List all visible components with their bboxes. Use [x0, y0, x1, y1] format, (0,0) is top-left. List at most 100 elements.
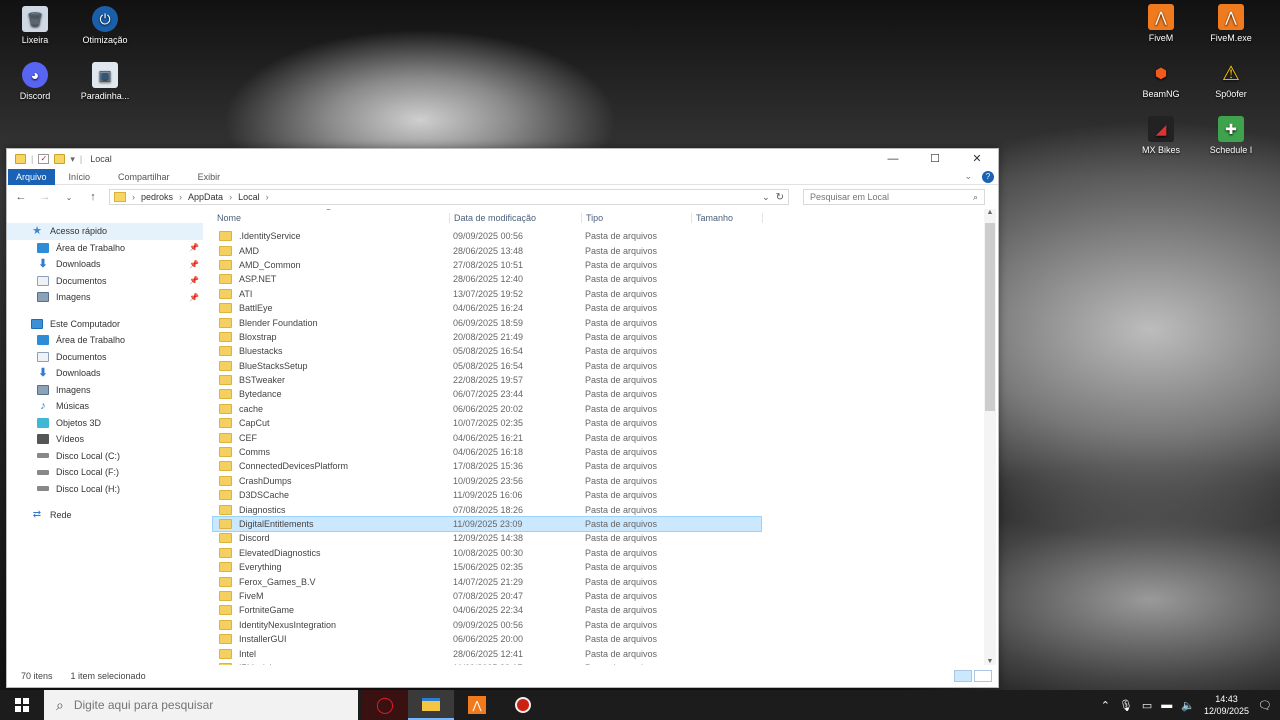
sidebar-item-videos[interactable]: Vídeos	[7, 431, 203, 448]
table-row[interactable]: AMD 28/06/2025 13:48 Pasta de arquivos	[213, 243, 761, 257]
taskbar-app-fivem[interactable]: ⋀	[454, 690, 500, 720]
back-arrow-icon[interactable]: ←	[13, 191, 29, 203]
scroll-up-icon[interactable]: ▲	[984, 209, 996, 216]
table-row[interactable]: CapCut 10/07/2025 02:35 Pasta de arquivos	[213, 416, 761, 430]
tab-inicio[interactable]: Início	[55, 169, 105, 185]
volume-icon[interactable]: 🔈	[1181, 699, 1195, 712]
minimize-button[interactable]: —	[872, 149, 914, 169]
column-header-name[interactable]: Nome	[213, 213, 449, 223]
taskbar-app-opera[interactable]: ◯	[362, 690, 408, 720]
sidebar-item-images[interactable]: Imagens 📌	[7, 289, 203, 306]
column-header-date[interactable]: Data de modificação	[449, 212, 581, 223]
table-row[interactable]: BattlEye 04/06/2025 16:24 Pasta de arquivo…	[213, 301, 761, 315]
table-row[interactable]: ElevatedDiagnostics 10/08/2025 00:30 Pasta…	[213, 546, 761, 560]
table-row[interactable]: IdentityNexusIntegration 09/09/2025 00:56…	[213, 618, 761, 632]
sidebar-item-documents[interactable]: Documentos 📌	[7, 273, 203, 290]
breadcrumb-local[interactable]: Local	[238, 192, 260, 202]
sidebar-item-pc-desktop[interactable]: Área de Trabalho	[7, 332, 203, 349]
table-row[interactable]: Discord 12/09/2025 14:38 Pasta de arquivos	[213, 531, 761, 545]
desktop-icon-schedule[interactable]: ✚ Schedule I	[1196, 116, 1266, 155]
tab-arquivo[interactable]: Arquivo	[8, 168, 55, 185]
help-icon[interactable]: ?	[982, 170, 994, 183]
scroll-down-icon[interactable]: ▼	[984, 658, 996, 665]
table-row[interactable]: DigitalEntitlements 11/09/2025 23:09 Pasta…	[212, 515, 762, 533]
table-row[interactable]: Bloxstrap 20/08/2025 21:49 Pasta de arquiv…	[213, 330, 761, 344]
notifications-icon[interactable]: 🗨	[1258, 699, 1272, 712]
taskbar-search-input[interactable]	[73, 698, 334, 712]
tab-compartilhar[interactable]: Compartilhar	[104, 169, 184, 185]
clock[interactable]: 14:43 12/09/2025	[1204, 693, 1249, 717]
desktop-icon-otimizacao[interactable]: ⏻ Otimização	[70, 6, 140, 45]
sidebar-item-quick-access[interactable]: ★ Acesso rápido	[7, 223, 203, 240]
sidebar-item-network[interactable]: ⇄ Rede	[7, 507, 203, 524]
microphone-icon[interactable]: 🎙	[1119, 699, 1133, 712]
desktop-icon-mxbikes[interactable]: ◢ MX Bikes	[1126, 116, 1196, 155]
search-input[interactable]	[810, 192, 973, 202]
recent-locations-icon[interactable]: ⌄	[61, 193, 77, 202]
sidebar-item-this-pc[interactable]: Este Computador	[7, 316, 203, 333]
desktop-icon-fivem[interactable]: ⋀ FiveM	[1126, 4, 1196, 43]
tab-exibir[interactable]: Exibir	[184, 169, 235, 185]
table-row[interactable]: D3DSCache 11/09/2025 16:06 Pasta de arquiv…	[213, 488, 761, 502]
table-row[interactable]: AMD_Common 27/08/2025 10:51 Pasta de arqui…	[213, 258, 761, 272]
table-row[interactable]: CEF 04/06/2025 16:21 Pasta de arquivos	[213, 430, 761, 444]
start-button[interactable]	[0, 690, 44, 720]
search-box[interactable]: ⌕	[803, 189, 985, 205]
network-icon[interactable]: ▭	[1142, 699, 1152, 712]
address-bar[interactable]: › pedroks › AppData › Local › ⌄ ↻	[109, 189, 789, 205]
taskbar-app-file-explorer[interactable]	[408, 690, 454, 720]
table-row[interactable]: FiveM 07/08/2025 20:47 Pasta de arquivos	[213, 589, 761, 603]
maximize-button[interactable]: ☐	[914, 149, 956, 169]
scrollbar-thumb[interactable]	[985, 223, 995, 411]
sidebar-item-desktop[interactable]: Área de Trabalho 📌	[7, 240, 203, 257]
sidebar-item-pc-images[interactable]: Imagens	[7, 382, 203, 399]
table-row[interactable]: CrashDumps 10/09/2025 23:56 Pasta de arqui…	[213, 474, 761, 488]
desktop-icon-discord[interactable]: ◕ Discord	[0, 62, 70, 101]
battery-icon[interactable]: ▬	[1161, 699, 1172, 711]
column-header-size[interactable]: Tamanho	[691, 212, 763, 223]
details-view-icon[interactable]	[954, 670, 972, 682]
column-header-type[interactable]: Tipo	[581, 212, 691, 223]
new-folder-icon[interactable]	[54, 154, 66, 164]
chevron-down-icon[interactable]: ⌄	[762, 192, 770, 203]
sidebar-item-pc-downloads[interactable]: ⬇ Downloads	[7, 365, 203, 382]
sidebar-item-pc-documents[interactable]: Documentos	[7, 349, 203, 366]
ribbon-expand-icon[interactable]: ⌄	[964, 171, 972, 182]
table-row[interactable]: BlueStacksSetup 05/08/2025 16:54 Pasta de …	[213, 359, 761, 373]
table-row[interactable]: Bluestacks 05/08/2025 16:54 Pasta de arqui…	[213, 344, 761, 358]
taskbar-search-box[interactable]: ⌕	[44, 690, 358, 720]
desktop-icon-paradinha[interactable]: ▣ Paradinha...	[70, 62, 140, 101]
table-row[interactable]: ConnectedDevicesPlatform 17/08/2025 15:36…	[213, 459, 761, 473]
large-icons-view-icon[interactable]	[974, 670, 992, 682]
table-row[interactable]: Bytedance 06/07/2025 23:44 Pasta de arquiv…	[213, 387, 761, 401]
sidebar-item-disk-f[interactable]: Disco Local (F:)	[7, 464, 203, 481]
desktop-icon-fivem-exe[interactable]: ⋀ FiveM.exe	[1196, 4, 1266, 43]
table-row[interactable]: ASP.NET 28/06/2025 12:40 Pasta de arquivos	[213, 272, 761, 286]
desktop-icon-beamng[interactable]: ⬢ BeamNG	[1126, 60, 1196, 100]
breadcrumb-pedroks[interactable]: pedroks	[141, 192, 173, 202]
table-row[interactable]: ATI 13/07/2025 19:52 Pasta de arquivos	[213, 287, 761, 301]
sidebar-item-3d-objects[interactable]: Objetos 3D	[7, 415, 203, 432]
sidebar-item-music[interactable]: ♪ Músicas	[7, 398, 203, 415]
sidebar-item-disk-c[interactable]: Disco Local (C:)	[7, 448, 203, 465]
table-row[interactable]: Intel 28/06/2025 12:41 Pasta de arquivos	[213, 646, 761, 660]
table-row[interactable]: Everything 15/06/2025 02:35 Pasta de arqui…	[213, 560, 761, 574]
close-button[interactable]: ✕	[956, 149, 998, 169]
vertical-scrollbar[interactable]: ▲ ▼	[984, 209, 996, 665]
table-row[interactable]: Comms 04/06/2025 16:18 Pasta de arquivos	[213, 445, 761, 459]
desktop-icon-lixeira[interactable]: 🗑 Lixeira	[0, 6, 70, 45]
forward-arrow-icon[interactable]: →	[37, 191, 53, 203]
chevron-up-icon[interactable]: ⌃	[1101, 699, 1110, 712]
table-row[interactable]: Ferox_Games_B.V 14/07/2025 21:29 Pasta de …	[213, 574, 761, 588]
table-row[interactable]: cache 06/06/2025 20:02 Pasta de arquivos	[213, 402, 761, 416]
refresh-icon[interactable]: ↻	[776, 192, 784, 203]
table-row[interactable]: InstallerGUI 06/06/2025 20:00 Pasta de arq…	[213, 632, 761, 646]
chevron-down-icon[interactable]: ▾	[70, 154, 75, 165]
table-row[interactable]: .IdentityService 09/09/2025 00:56 Pasta de…	[213, 229, 761, 243]
taskbar-app-recorder[interactable]	[500, 690, 546, 720]
breadcrumb-appdata[interactable]: AppData	[188, 192, 223, 202]
desktop-icon-spoofer[interactable]: ⚠ Sp0ofer	[1196, 60, 1266, 100]
sidebar-item-downloads[interactable]: ⬇ Downloads 📌	[7, 256, 203, 273]
sidebar-item-disk-h[interactable]: Disco Local (H:)	[7, 481, 203, 498]
table-row[interactable]: FortniteGame 04/06/2025 22:34 Pasta de arq…	[213, 603, 761, 617]
